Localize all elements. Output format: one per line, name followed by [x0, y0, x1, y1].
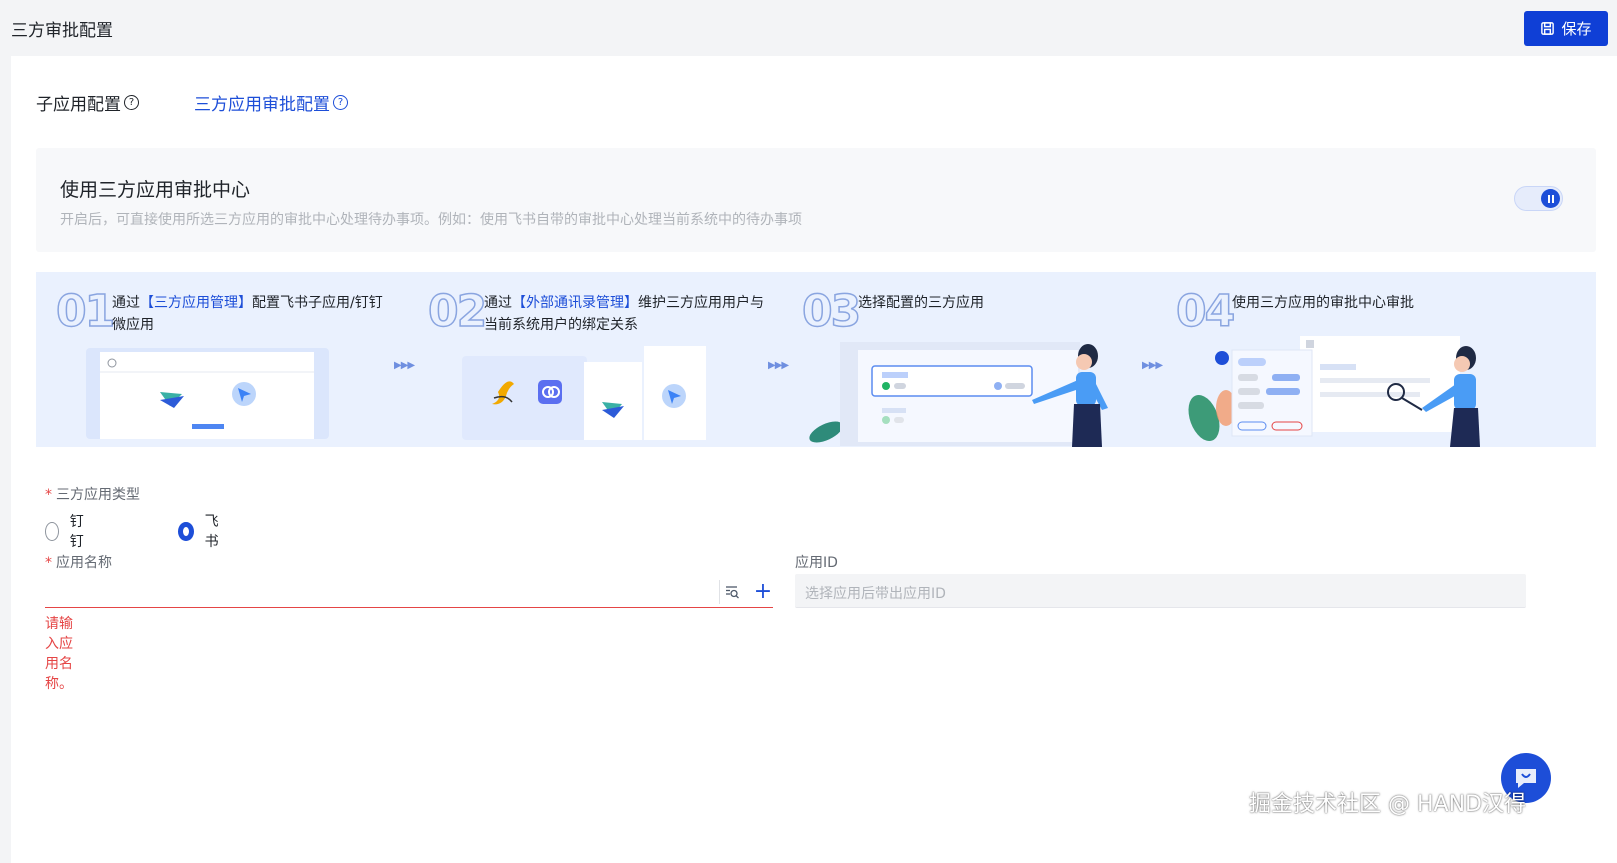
- steps-banner: 01 通过【三方应用管理】配置飞书子应用/钉钉微应用 ▶▶▶ 02 通过【外部通…: [36, 272, 1596, 447]
- watermark: 掘金技术社区 @ HAND汉得: [1249, 792, 1526, 817]
- step-1-illustration: [86, 348, 329, 439]
- tab-label: 子应用配置: [36, 95, 121, 115]
- step-text: 选择配置的三方应用: [858, 295, 984, 311]
- step-4-illustration: [1188, 336, 1480, 447]
- tab-label: 三方应用审批配置: [194, 95, 330, 115]
- lookup-search-icon[interactable]: [719, 580, 743, 604]
- page-title: 三方审批配置: [11, 21, 113, 41]
- help-icon[interactable]: ?: [124, 95, 139, 110]
- tab-sub-app-config[interactable]: 子应用配置 ?: [36, 90, 139, 115]
- step-2: 02 通过【外部通讯录管理】维护三方应用用户与当前系统用户的绑定关系: [408, 272, 788, 447]
- step-text: 使用三方应用的审批中心审批: [1232, 295, 1414, 311]
- approval-center-toggle[interactable]: [1514, 186, 1563, 211]
- radio-dingtalk[interactable]: 钉钉: [45, 511, 89, 551]
- tab-third-party-approval[interactable]: 三方应用审批配置 ?: [194, 90, 348, 115]
- radio-circle: [45, 521, 59, 541]
- step-number: 01: [55, 285, 116, 338]
- help-icon[interactable]: ?: [333, 95, 348, 110]
- top-bar: 三方审批配置 保存: [0, 0, 1617, 56]
- step-number: 03: [801, 285, 862, 338]
- app-name-field: +: [45, 576, 773, 608]
- approval-center-switch-card: 使用三方应用审批中心 开启后，可直接使用所选三方应用的审批中心处理待办事项。例如…: [36, 148, 1596, 252]
- switch-description: 开启后，可直接使用所选三方应用的审批中心处理待办事项。例如：使用飞书自带的审批中…: [60, 212, 802, 228]
- step-3-illustration: [809, 342, 1108, 447]
- step-4: 04 使用三方应用的审批中心审批: [1156, 272, 1536, 447]
- radio-feishu[interactable]: 飞书: [178, 511, 222, 551]
- app-name-error: 请输入应用名称。: [45, 616, 73, 692]
- save-button-label: 保存: [1561, 20, 1592, 38]
- step-number: 02: [427, 285, 488, 338]
- switch-title: 使用三方应用审批中心: [60, 179, 251, 201]
- add-icon[interactable]: +: [751, 577, 775, 605]
- app-id-label: 应用ID: [795, 555, 838, 571]
- required-mark: *: [45, 555, 52, 571]
- step-number: 04: [1175, 285, 1236, 338]
- radio-circle-selected: [178, 521, 194, 541]
- toggle-knob: [1541, 189, 1560, 208]
- step-2-illustration: [462, 346, 706, 440]
- app-name-input[interactable]: [45, 576, 705, 608]
- step-text: 通过【三方应用管理】配置飞书子应用/钉钉微应用: [112, 295, 383, 333]
- required-mark: *: [45, 487, 52, 503]
- main-panel: 子应用配置 ? 三方应用审批配置 ? 使用三方应用审批中心 开启后，可直接使用所…: [11, 56, 1617, 863]
- save-button[interactable]: 保存: [1524, 11, 1608, 46]
- radio-label: 飞书: [204, 514, 219, 550]
- app-type-label: * 三方应用类型: [45, 487, 140, 503]
- app-name-label: * 应用名称: [45, 555, 112, 571]
- app-id-field: 选择应用后带出应用ID: [795, 574, 1526, 608]
- save-icon: [1541, 22, 1555, 35]
- radio-label: 钉钉: [69, 514, 84, 550]
- step-3: 03 选择配置的三方应用: [782, 272, 1162, 447]
- step-1: 01 通过【三方应用管理】配置飞书子应用/钉钉微应用: [36, 272, 416, 447]
- step-text: 通过【外部通讯录管理】维护三方应用用户与当前系统用户的绑定关系: [484, 295, 764, 333]
